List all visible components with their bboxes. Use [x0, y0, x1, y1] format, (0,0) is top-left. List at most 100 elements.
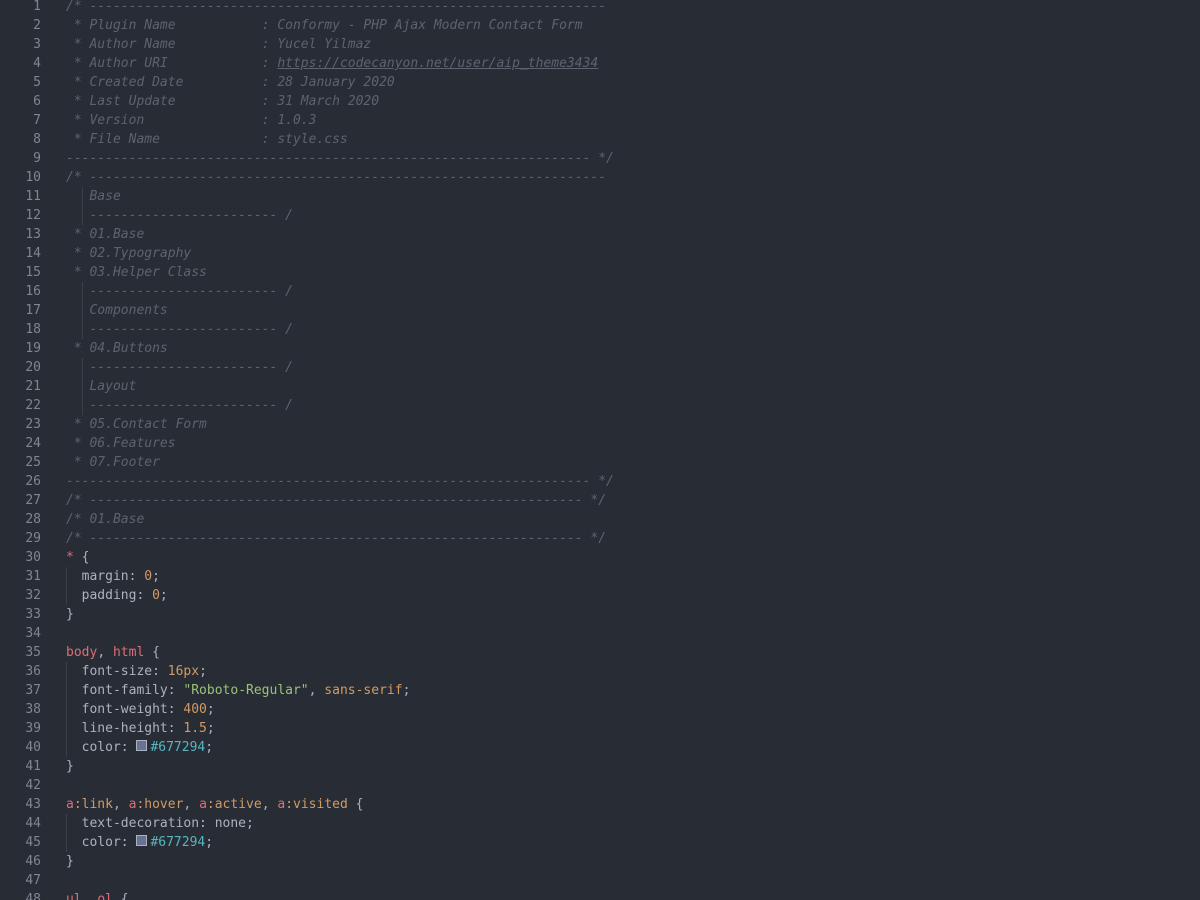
- code-token: :hover: [136, 797, 184, 812]
- code-text: ------------------------ /: [66, 358, 293, 377]
- code-line[interactable]: 36 font-size: 16px;: [0, 662, 1200, 681]
- line-number: 13: [25, 227, 41, 242]
- code-token: * 03.Helper Class: [66, 265, 207, 280]
- code-line[interactable]: 10 /* -----------------------------------…: [0, 168, 1200, 187]
- code-line[interactable]: 3 * Author Name : Yucel Yilmaz: [0, 35, 1200, 54]
- line-number: 5: [33, 75, 41, 90]
- code-line[interactable]: 30 * {: [0, 548, 1200, 567]
- code-line[interactable]: 24 * 06.Features: [0, 434, 1200, 453]
- code-token: ;: [206, 721, 215, 736]
- code-token: #677294: [150, 835, 206, 850]
- line-number: 45: [25, 835, 41, 850]
- line-number: 20: [25, 360, 41, 375]
- code-line[interactable]: 42: [0, 776, 1200, 795]
- code-text: a:link, a:hover, a:active, a:visited {: [66, 795, 363, 814]
- line-number: 8: [33, 132, 41, 147]
- code-text: * Created Date : 28 January 2020: [66, 73, 395, 92]
- code-line[interactable]: 6 * Last Update : 31 March 2020: [0, 92, 1200, 111]
- code-line[interactable]: 20 ------------------------ /: [0, 358, 1200, 377]
- code-line[interactable]: 26 --------------------------------------…: [0, 472, 1200, 491]
- code-token: ------------------------ /: [66, 322, 293, 337]
- code-text: Base: [66, 187, 121, 206]
- code-line[interactable]: 4 * Author URI : https://codecanyon.net/…: [0, 54, 1200, 73]
- color-swatch-icon[interactable]: [136, 740, 148, 751]
- code-editor[interactable]: 1 /* ------------------------------------…: [0, 0, 1200, 900]
- code-line[interactable]: 12 ------------------------ /: [0, 206, 1200, 225]
- code-text: text-decoration: none;: [66, 814, 254, 833]
- line-number: 36: [25, 664, 41, 679]
- line-number: 4: [33, 56, 41, 71]
- code-token: ----------------------------------------…: [66, 474, 614, 489]
- code-line[interactable]: 15 * 03.Helper Class: [0, 263, 1200, 282]
- code-text: }: [66, 757, 74, 776]
- code-token: {: [347, 797, 364, 812]
- code-line[interactable]: 32 padding: 0;: [0, 586, 1200, 605]
- indent-guide: [82, 187, 83, 225]
- code-line[interactable]: 33}: [0, 605, 1200, 624]
- code-token: * Author URI :: [66, 56, 278, 71]
- code-line[interactable]: 43 a:link, a:hover, a:active, a:visited {: [0, 795, 1200, 814]
- line-number: 19: [25, 341, 41, 356]
- code-line[interactable]: 23 * 05.Contact Form: [0, 415, 1200, 434]
- code-line[interactable]: 29 /* -----------------------------------…: [0, 529, 1200, 548]
- code-line[interactable]: 45 color: #677294;: [0, 833, 1200, 852]
- code-line[interactable]: 1 /* ------------------------------------…: [0, 0, 1200, 16]
- code-line[interactable]: 9 ---------------------------------------…: [0, 149, 1200, 168]
- code-line[interactable]: 14 * 02.Typography: [0, 244, 1200, 263]
- code-text: * 05.Contact Form: [66, 415, 207, 434]
- code-token: :active: [206, 797, 262, 812]
- code-line[interactable]: 27 /* -----------------------------------…: [0, 491, 1200, 510]
- code-line[interactable]: 25 * 07.Footer: [0, 453, 1200, 472]
- code-token: a: [277, 797, 286, 812]
- code-line[interactable]: 2 * Plugin Name : Conformy - PHP Ajax Mo…: [0, 16, 1200, 35]
- code-text: ------------------------ /: [66, 320, 293, 339]
- code-line[interactable]: 17 Components: [0, 301, 1200, 320]
- code-token: /* -------------------------------------…: [66, 531, 607, 546]
- line-number: 47: [25, 873, 41, 888]
- code-token: "Roboto-Regular": [183, 683, 309, 698]
- code-line[interactable]: 7 * Version : 1.0.3: [0, 111, 1200, 130]
- code-token: ;: [152, 569, 160, 584]
- code-line[interactable]: 44 text-decoration: none;: [0, 814, 1200, 833]
- code-line[interactable]: 37 font-family: "Roboto-Regular", sans-s…: [0, 681, 1200, 700]
- code-token: Base: [66, 189, 121, 204]
- url-link[interactable]: https://codecanyon.net/user/aip_theme343…: [277, 56, 598, 71]
- code-text: margin: 0;: [66, 567, 160, 586]
- code-text: padding: 0;: [66, 586, 168, 605]
- code-line[interactable]: 21 Layout: [0, 377, 1200, 396]
- code-token: ----------------------------------------…: [66, 151, 614, 166]
- code-line[interactable]: 5 * Created Date : 28 January 2020: [0, 73, 1200, 92]
- code-line[interactable]: 34: [0, 624, 1200, 643]
- code-text: * Author URI : https://codecanyon.net/us…: [66, 54, 598, 73]
- code-line[interactable]: 31 margin: 0;: [0, 567, 1200, 586]
- color-swatch-icon[interactable]: [136, 835, 148, 846]
- line-number: 24: [25, 436, 41, 451]
- code-line[interactable]: 13 * 01.Base: [0, 225, 1200, 244]
- code-line[interactable]: 8 * File Name : style.css: [0, 130, 1200, 149]
- code-line[interactable]: 40 color: #677294;: [0, 738, 1200, 757]
- code-token: color:: [66, 835, 137, 850]
- line-number: 41: [25, 759, 41, 774]
- code-line[interactable]: 22 ------------------------ /: [0, 396, 1200, 415]
- code-line[interactable]: 38 font-weight: 400;: [0, 700, 1200, 719]
- code-line[interactable]: 11 Base: [0, 187, 1200, 206]
- code-text: * {: [66, 548, 89, 567]
- code-line[interactable]: 46}: [0, 852, 1200, 871]
- line-number: 43: [25, 797, 41, 812]
- code-line[interactable]: 47: [0, 871, 1200, 890]
- code-line[interactable]: 39 line-height: 1.5;: [0, 719, 1200, 738]
- code-token: * 06.Features: [66, 436, 176, 451]
- code-line[interactable]: 19 * 04.Buttons: [0, 339, 1200, 358]
- code-token: ;: [205, 740, 214, 755]
- code-text: ul, ol {: [66, 890, 129, 900]
- code-line[interactable]: 18 ------------------------ /: [0, 320, 1200, 339]
- code-line[interactable]: 16 ------------------------ /: [0, 282, 1200, 301]
- code-line[interactable]: 48 ul, ol {: [0, 890, 1200, 900]
- code-token: ul: [66, 892, 82, 900]
- code-line[interactable]: 28 /* 01.Base: [0, 510, 1200, 529]
- code-text: body, html {: [66, 643, 160, 662]
- code-token: /* -------------------------------------…: [66, 170, 607, 185]
- code-line[interactable]: 41}: [0, 757, 1200, 776]
- code-line[interactable]: 35 body, html {: [0, 643, 1200, 662]
- code-text: /* -------------------------------------…: [66, 491, 606, 510]
